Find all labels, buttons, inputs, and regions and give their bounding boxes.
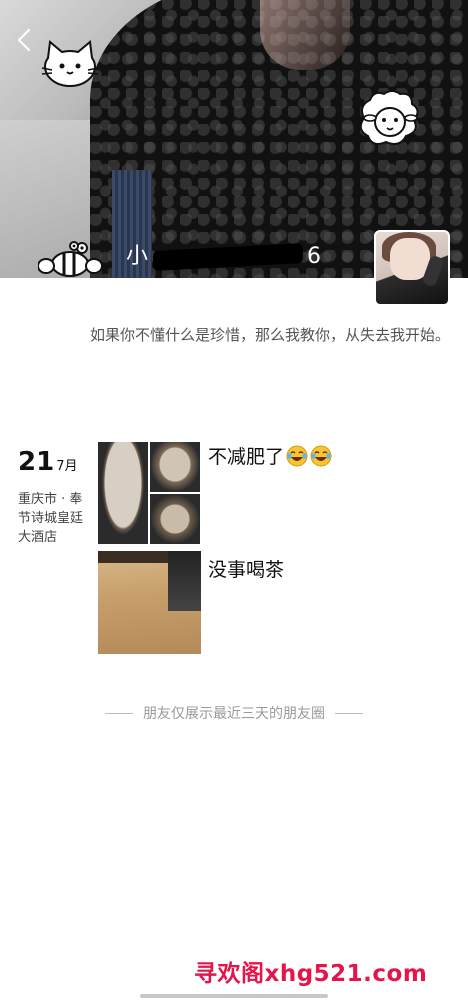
visibility-note-text: 朋友仅展示最近三天的朋友圈 [143,706,325,722]
watermark: 寻欢阁xhg521.com [194,961,428,987]
username-redaction [152,243,304,271]
cover-hair [260,0,350,70]
crying-laughing-emoji-icon [286,445,308,467]
bee-sticker-icon [38,240,102,278]
post-date-column: 21 7月 重庆市 · 奉节诗城皇廷大酒店 [18,448,94,547]
profile-signature: 如果你不懂什么是珍惜，那么我教你，从失去我开始。 [89,326,450,344]
post-photo[interactable] [150,494,200,544]
cat-sticker-icon [40,40,100,88]
post-text-row: 没事喝茶 [208,555,284,582]
post-text: 不减肥了 [208,446,285,468]
post-date-day: 21 [18,447,55,477]
divider [335,712,363,714]
photo-detail [168,551,201,611]
avatar[interactable] [374,230,450,306]
crying-laughing-emoji-icon [310,445,332,467]
profile-username: 小6 [126,238,323,271]
sheep-sticker-icon [356,88,424,150]
username-suffix: 6 [307,244,323,269]
username-prefix: 小 [126,244,150,269]
moment-post[interactable]: 不减肥了 [98,442,332,544]
post-photo[interactable] [150,442,200,492]
visibility-note: 朋友仅展示最近三天的朋友圈 [0,703,468,723]
post-photo[interactable] [98,551,201,654]
post-date-month: 7月 [56,459,78,474]
chevron-left-icon[interactable] [14,26,34,54]
moment-post[interactable]: 没事喝茶 [98,551,284,654]
home-indicator[interactable] [140,994,328,998]
post-text: 没事喝茶 [208,559,285,581]
post-text-row: 不减肥了 [208,442,332,469]
post-photo[interactable] [98,442,148,544]
photo-grid [98,442,200,544]
divider [105,712,133,714]
post-location[interactable]: 重庆市 · 奉节诗城皇廷大酒店 [18,490,92,547]
